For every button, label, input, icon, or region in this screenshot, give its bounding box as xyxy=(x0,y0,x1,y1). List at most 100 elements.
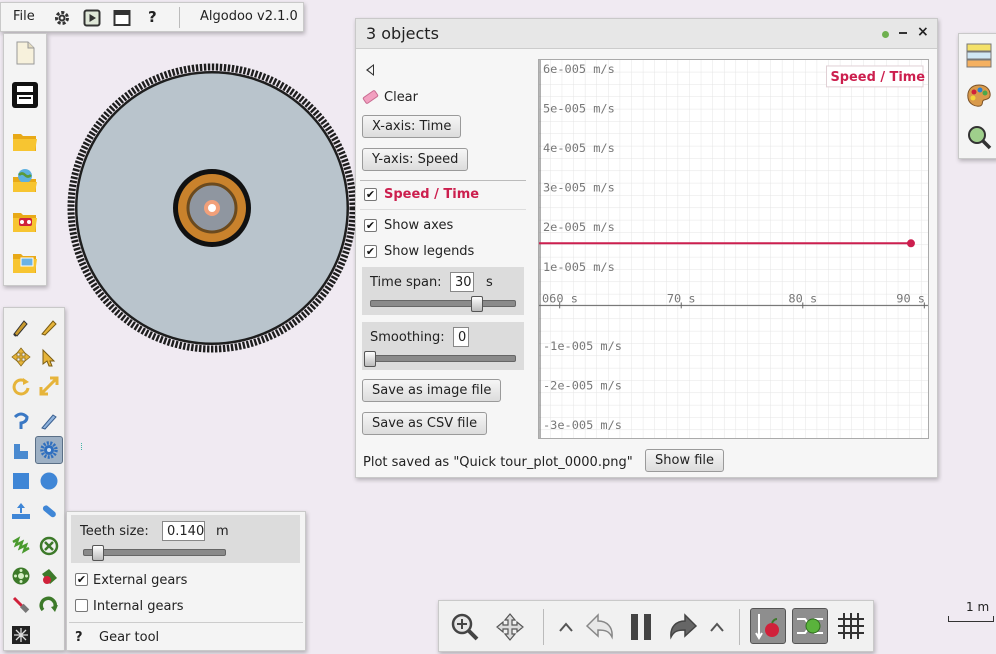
show-file-button[interactable]: Show file xyxy=(645,449,725,472)
series-checkbox-label: Speed / Time xyxy=(384,187,480,202)
air-friction-icon[interactable] xyxy=(792,608,828,644)
browse-online-icon[interactable] xyxy=(12,167,38,193)
top-menubar: File ? Algodoo v2.1.0 xyxy=(0,2,304,32)
circle-tool-icon[interactable] xyxy=(36,468,62,494)
smoothing-slider-track[interactable] xyxy=(370,355,516,362)
save-scene-icon[interactable] xyxy=(10,80,40,110)
file-menu[interactable]: File xyxy=(13,9,35,24)
plot-chart[interactable]: 6e-005 m/s 5e-005 m/s 4e-005 m/s 3e-005 m/s… xyxy=(538,59,929,439)
scenes-folder-icon[interactable] xyxy=(12,249,38,275)
chain-tool-icon[interactable] xyxy=(36,498,62,524)
plot-window-title: 3 objects xyxy=(366,24,439,43)
time-span-group: Time span: 30 s xyxy=(362,267,524,315)
spring-tool-icon[interactable] xyxy=(8,533,34,559)
x-tick-label: 70 s xyxy=(667,291,696,305)
toolbar-divider-2 xyxy=(739,609,740,645)
phunlets-folder-icon[interactable] xyxy=(12,208,38,234)
grid-icon[interactable] xyxy=(835,610,867,642)
rope-tool-icon[interactable] xyxy=(8,408,34,434)
smoothing-input[interactable]: 0 xyxy=(453,327,469,347)
pin-icon[interactable] xyxy=(882,31,889,38)
redo-icon[interactable] xyxy=(667,611,699,643)
simulation-toolbar xyxy=(438,600,874,652)
plot-window-titlebar[interactable]: 3 objects × xyxy=(356,19,937,49)
undo-menu-arrow-icon[interactable] xyxy=(553,614,579,640)
smoothing-slider-thumb[interactable] xyxy=(364,351,376,367)
cursor-marker xyxy=(81,443,83,450)
yaxis-button[interactable]: Y-axis: Speed xyxy=(362,148,469,171)
series-endpoint xyxy=(906,239,915,248)
tracer-tool-icon[interactable] xyxy=(36,563,62,589)
teeth-size-slider-thumb[interactable] xyxy=(92,545,105,561)
y-tick-label: 3e-005 m/s xyxy=(543,181,615,195)
brush-tool-icon[interactable] xyxy=(36,314,62,340)
series-checkbox[interactable]: ✔ xyxy=(364,188,377,201)
teeth-size-group: Teeth size: 0.140 m xyxy=(71,515,300,563)
series-divider xyxy=(360,180,526,181)
material-layers-icon[interactable] xyxy=(966,42,992,68)
smoothing-group: Smoothing: 0 xyxy=(362,322,524,370)
teeth-size-input[interactable]: 0.140 xyxy=(162,521,205,541)
x-tick-label: 90 s xyxy=(896,291,925,305)
plot-legend: Speed / Time xyxy=(830,70,925,85)
scale-label: 1 m xyxy=(966,600,990,614)
time-span-slider-thumb[interactable] xyxy=(470,296,483,312)
move-tool-icon[interactable] xyxy=(8,344,34,370)
drag-tool-icon[interactable] xyxy=(36,344,62,370)
save-image-button[interactable]: Save as image file xyxy=(362,379,502,402)
fixate-tool-icon[interactable] xyxy=(36,533,62,559)
pause-icon[interactable] xyxy=(625,611,657,643)
play-window-icon[interactable] xyxy=(79,5,105,31)
knife-tool-icon[interactable] xyxy=(36,408,62,434)
scale-bar xyxy=(948,616,994,622)
teeth-size-slider-track[interactable] xyxy=(83,549,226,556)
save-csv-button[interactable]: Save as CSV file xyxy=(362,412,488,435)
redo-menu-arrow-icon[interactable] xyxy=(704,614,730,640)
eraser-icon[interactable] xyxy=(362,89,379,105)
plane-tool-icon[interactable] xyxy=(8,498,34,524)
internal-gears-checkbox[interactable] xyxy=(75,599,88,612)
undo-icon[interactable] xyxy=(584,611,616,643)
x-tick-label: 060 s xyxy=(542,291,578,305)
settings-gear-icon[interactable] xyxy=(49,5,75,31)
scale-tool-icon[interactable] xyxy=(36,373,62,399)
zoom-scene-icon[interactable] xyxy=(966,124,992,150)
show-legends-checkbox[interactable]: ✔ xyxy=(364,245,377,258)
pan-icon[interactable] xyxy=(494,611,526,643)
external-gears-checkbox[interactable]: ✔ xyxy=(75,573,88,586)
panel-divider xyxy=(69,622,303,623)
show-axes-checkbox[interactable]: ✔ xyxy=(364,219,377,232)
window-icon[interactable] xyxy=(109,5,135,31)
gravity-icon[interactable] xyxy=(750,608,786,644)
gear-object[interactable] xyxy=(67,63,357,353)
show-legends-label: Show legends xyxy=(384,244,475,259)
vortex-tool-icon[interactable] xyxy=(8,622,34,648)
new-scene-icon[interactable] xyxy=(12,40,38,66)
xaxis-button[interactable]: X-axis: Time xyxy=(362,115,462,138)
drawing-toolbar xyxy=(3,307,65,651)
sketch-tool-icon[interactable] xyxy=(8,314,34,340)
zoom-icon[interactable] xyxy=(449,611,481,643)
open-folder-icon[interactable] xyxy=(12,128,38,154)
box-tool-icon[interactable] xyxy=(8,468,34,494)
laser-tool-icon[interactable] xyxy=(8,592,34,618)
toolbar-divider-1 xyxy=(543,609,544,645)
show-axes-label: Show axes xyxy=(384,218,454,233)
gear-tool-help-icon[interactable]: ? xyxy=(75,630,83,645)
polygon-tool-icon[interactable] xyxy=(8,438,34,464)
minimize-icon[interactable] xyxy=(899,32,907,34)
file-toolbar xyxy=(3,33,47,286)
app-title: Algodoo v2.1.0 xyxy=(200,9,298,24)
clear-button[interactable]: Clear xyxy=(384,90,418,105)
gear-tool-icon[interactable] xyxy=(35,436,63,464)
y-tick-label: 1e-005 m/s xyxy=(543,260,615,274)
help-menu[interactable]: ? xyxy=(148,8,157,26)
close-icon[interactable]: × xyxy=(917,24,929,40)
time-span-input[interactable]: 30 xyxy=(450,272,474,292)
thruster-tool-icon[interactable] xyxy=(36,592,62,618)
rotate-tool-icon[interactable] xyxy=(8,373,34,399)
palette-icon[interactable] xyxy=(966,83,992,109)
gear-axle-center xyxy=(208,204,216,212)
axle-tool-icon[interactable] xyxy=(8,563,34,589)
time-span-slider-track[interactable] xyxy=(370,300,516,307)
